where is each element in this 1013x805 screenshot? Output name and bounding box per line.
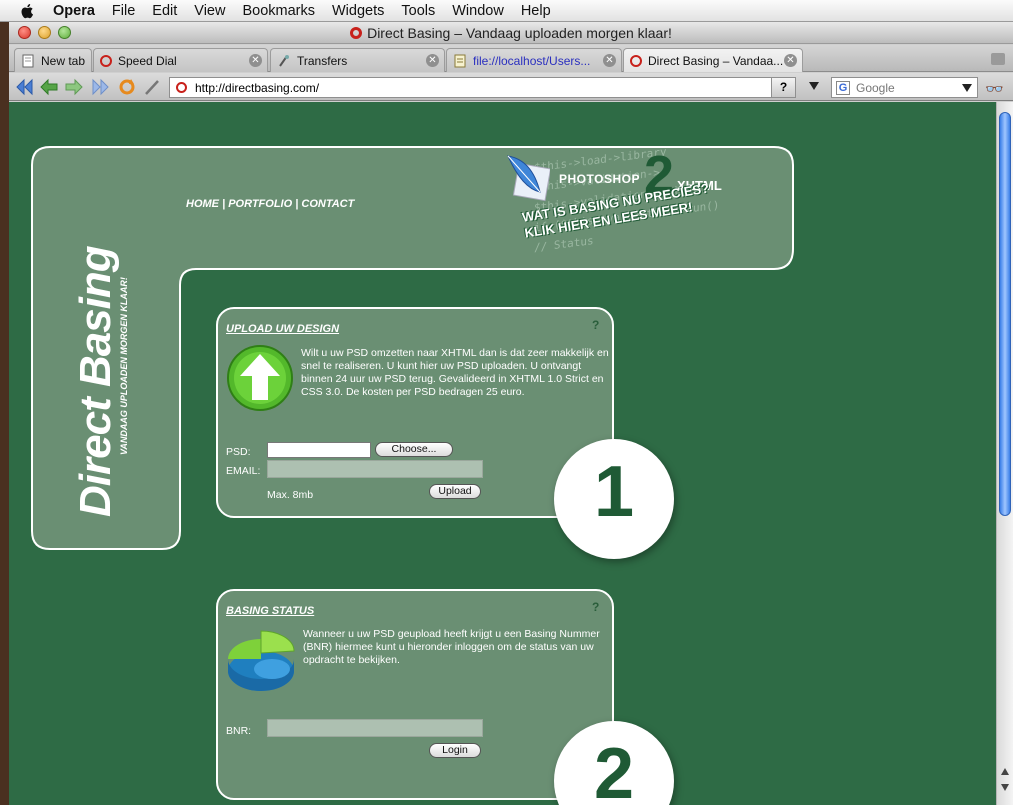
menu-file[interactable]: File xyxy=(112,3,135,19)
transfers-icon xyxy=(279,54,289,67)
tab-label: Speed Dial xyxy=(118,53,177,68)
menu-view[interactable]: View xyxy=(194,3,225,19)
photoshop-feather-icon xyxy=(507,155,550,202)
max-size-label: Max. 8mb xyxy=(267,489,314,501)
opera-icon xyxy=(350,27,363,39)
close-tab-icon[interactable]: ✕ xyxy=(249,54,262,67)
step-two-badge: 2 xyxy=(554,721,674,805)
opera-icon xyxy=(100,54,112,67)
google-icon: G xyxy=(836,80,850,95)
banner-photoshop-label: PHOTOSHOP xyxy=(559,172,640,186)
glasses-icon[interactable]: 👓 xyxy=(985,80,1004,98)
reload-icon[interactable] xyxy=(117,78,137,96)
menu-app-name[interactable]: Opera xyxy=(53,3,95,19)
nav-separator: | xyxy=(295,198,299,210)
site-navigation: HOME | PORTFOLIO | CONTACT xyxy=(186,198,354,210)
title-bar: Direct Basing – Vandaag uploaden morgen … xyxy=(9,22,1013,44)
address-url[interactable]: http://directbasing.com/ xyxy=(195,81,319,95)
status-title: BASING STATUS xyxy=(226,605,315,617)
upload-button[interactable]: Upload xyxy=(429,484,481,499)
upload-help-icon[interactable]: ? xyxy=(592,318,599,332)
menu-help[interactable]: Help xyxy=(521,3,551,19)
tab-label: Direct Basing – Vandaa... xyxy=(648,53,784,68)
page-icon xyxy=(22,54,34,67)
close-tab-icon[interactable]: ✕ xyxy=(603,54,616,67)
login-button[interactable]: Login xyxy=(429,743,481,758)
site-tagline: VANDAAG UPLOADEN MORGEN KLAAR! xyxy=(119,277,129,455)
vertical-scrollbar[interactable] xyxy=(996,102,1013,805)
fast-forward-icon[interactable] xyxy=(91,78,111,96)
search-field[interactable]: G Google xyxy=(831,77,978,98)
site-icon xyxy=(176,82,187,93)
menu-widgets[interactable]: Widgets xyxy=(332,3,384,19)
email-field[interactable] xyxy=(267,460,483,478)
tab-label: file://localhost/Users... xyxy=(473,53,591,68)
tab-label: New tab xyxy=(41,53,86,68)
menu-tools[interactable]: Tools xyxy=(401,3,435,19)
tab-speed-dial[interactable]: Speed Dial ✕ xyxy=(93,48,268,72)
search-placeholder: Google xyxy=(856,80,895,95)
page-viewport: $this->load->library $this->validation->… xyxy=(9,102,996,805)
site-info-button[interactable]: ? xyxy=(771,78,795,97)
menu-edit[interactable]: Edit xyxy=(152,3,177,19)
scrollbar-thumb[interactable] xyxy=(999,112,1011,516)
upload-arrow-icon xyxy=(227,345,293,411)
navigation-toolbar: http://directbasing.com/ ? G Google 👓 xyxy=(9,73,1013,101)
address-bar[interactable]: http://directbasing.com/ ? xyxy=(169,77,796,98)
back-icon[interactable] xyxy=(39,78,59,96)
search-engine-dropdown-icon[interactable] xyxy=(962,84,972,92)
upload-title: UPLOAD UW DESIGN xyxy=(226,323,340,335)
close-tab-icon[interactable]: ✕ xyxy=(784,54,797,67)
window-title-text: Direct Basing – Vandaag uploaden morgen … xyxy=(367,25,672,41)
choose-file-button[interactable]: Choose... xyxy=(375,442,453,457)
menu-bookmarks[interactable]: Bookmarks xyxy=(242,3,315,19)
psd-label: PSD: xyxy=(226,446,251,458)
email-label: EMAIL: xyxy=(226,465,261,477)
psd-file-input[interactable] xyxy=(267,442,371,458)
upload-description: Wilt u uw PSD omzetten naar XHTML dan is… xyxy=(301,347,609,398)
status-help-icon[interactable]: ? xyxy=(592,600,599,614)
site-logo-text: Direct Basing xyxy=(71,246,120,517)
tab-direct-basing[interactable]: Direct Basing – Vandaa... ✕ xyxy=(623,48,803,72)
nav-separator: | xyxy=(222,198,226,210)
step-one-number: 1 xyxy=(593,452,635,532)
bnr-field[interactable] xyxy=(267,719,483,737)
opera-icon xyxy=(630,54,642,67)
menu-window[interactable]: Window xyxy=(452,3,504,19)
edit-pen-icon[interactable] xyxy=(143,78,163,96)
status-pie-chart-icon xyxy=(228,630,295,691)
apple-icon[interactable] xyxy=(19,3,37,19)
nav-contact-link[interactable]: CONTACT xyxy=(301,198,354,210)
scroll-down-arrow-icon[interactable] xyxy=(1001,784,1009,791)
nav-home-link[interactable]: HOME xyxy=(186,198,219,210)
scroll-up-arrow-icon[interactable] xyxy=(1001,768,1009,775)
step-two-number: 2 xyxy=(593,734,635,805)
trash-icon[interactable] xyxy=(991,53,1005,65)
tab-local-file[interactable]: file://localhost/Users... ✕ xyxy=(446,48,622,72)
tab-new-tab[interactable]: New tab xyxy=(14,48,92,72)
tab-label: Transfers xyxy=(297,53,348,68)
status-description: Wanneer u uw PSD geupload heeft krijgt u… xyxy=(303,628,600,666)
menu-bar: Opera File Edit View Bookmarks Widgets T… xyxy=(0,0,1013,22)
rewind-icon[interactable] xyxy=(14,78,34,96)
window-title: Direct Basing – Vandaag uploaden morgen … xyxy=(9,25,1013,41)
close-tab-icon[interactable]: ✕ xyxy=(426,54,439,67)
document-icon xyxy=(454,54,466,67)
step-one-badge: 1 xyxy=(554,439,674,559)
bnr-label: BNR: xyxy=(226,725,252,737)
nav-portfolio-link[interactable]: PORTFOLIO xyxy=(228,198,292,210)
tab-bar: New tab Speed Dial ✕ Transfers ✕ file://… xyxy=(9,45,1013,72)
site-logo[interactable]: Direct Basing VANDAAG UPLOADEN MORGEN KL… xyxy=(71,246,129,517)
forward-icon[interactable] xyxy=(64,78,84,96)
tab-transfers[interactable]: Transfers ✕ xyxy=(270,48,445,72)
browser-window: Direct Basing – Vandaag uploaden morgen … xyxy=(9,22,1013,805)
address-dropdown-icon[interactable] xyxy=(809,82,819,90)
